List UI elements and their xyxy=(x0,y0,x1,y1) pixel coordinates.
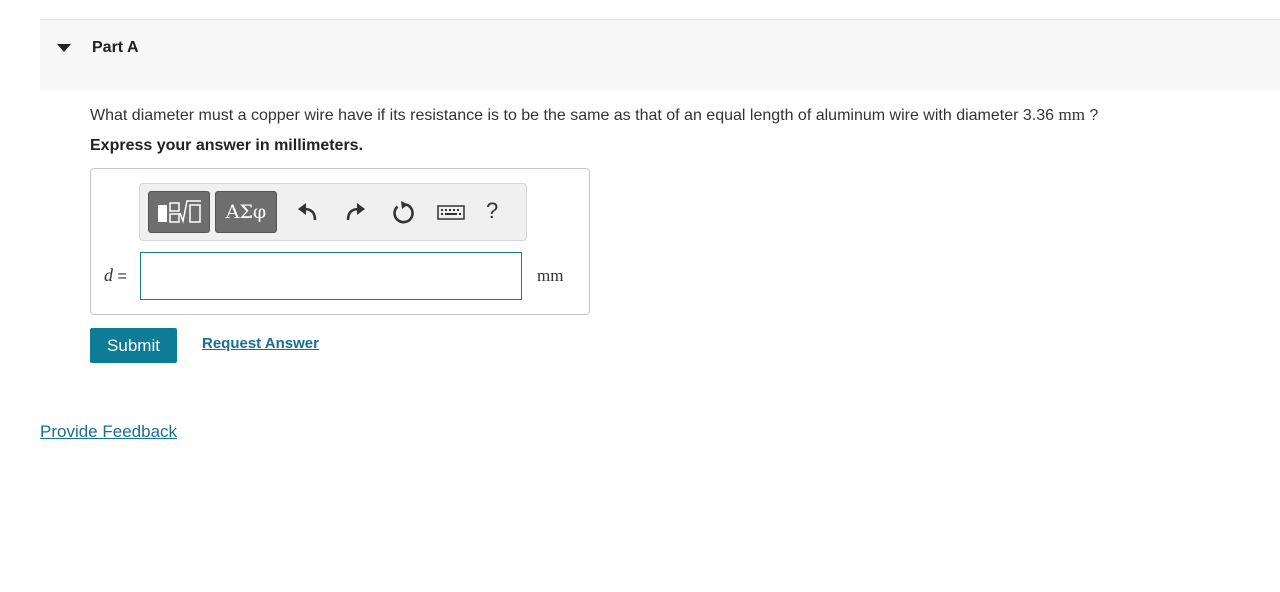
request-answer-link[interactable]: Request Answer xyxy=(202,335,319,352)
redo-icon[interactable] xyxy=(340,198,368,226)
answer-variable: d xyxy=(104,265,113,285)
answer-input[interactable] xyxy=(140,252,522,300)
submit-button[interactable]: Submit xyxy=(90,328,177,363)
templates-button[interactable] xyxy=(148,191,210,233)
keyboard-icon[interactable] xyxy=(436,198,466,226)
help-button[interactable]: ? xyxy=(486,198,498,224)
question-text-body: What diameter must a copper wire have if… xyxy=(90,107,1059,124)
greek-symbols-button[interactable]: ΑΣφ xyxy=(215,191,277,233)
part-header[interactable]: Part A xyxy=(40,19,1280,90)
templates-icon xyxy=(158,200,201,224)
question-text-tail: ? xyxy=(1084,107,1099,124)
answer-variable-label: d = xyxy=(104,265,127,286)
provide-feedback-link[interactable]: Provide Feedback xyxy=(40,422,177,442)
answer-unit: mm xyxy=(537,266,564,285)
answer-instruction: Express your answer in millimeters. xyxy=(90,137,364,154)
answer-equals: = xyxy=(113,268,127,285)
question-text: What diameter must a copper wire have if… xyxy=(90,105,1098,125)
part-title: Part A xyxy=(92,39,139,56)
reset-icon[interactable] xyxy=(389,198,417,226)
collapse-caret-icon[interactable] xyxy=(57,44,71,52)
undo-icon[interactable] xyxy=(295,198,323,226)
question-unit: mm xyxy=(1058,105,1085,124)
math-toolbar: ΑΣφ ? xyxy=(139,183,527,241)
